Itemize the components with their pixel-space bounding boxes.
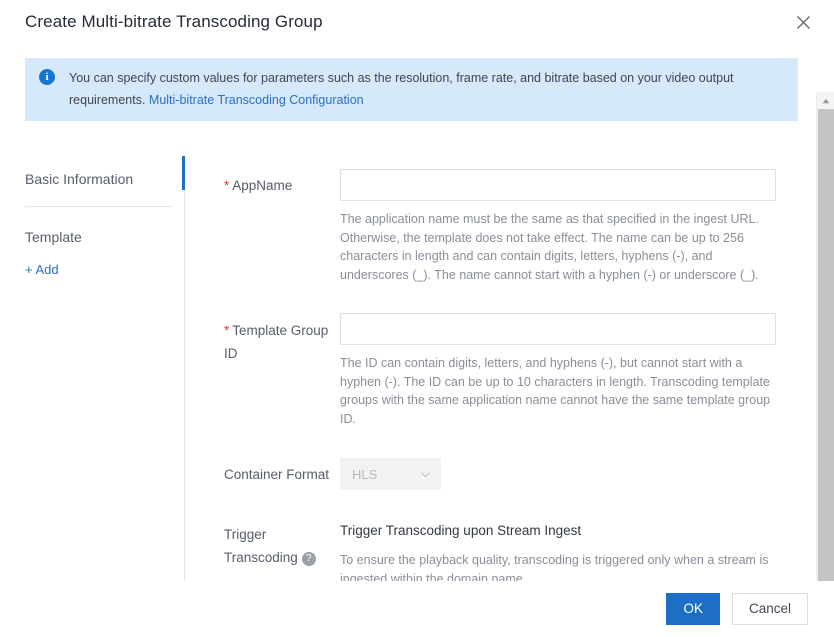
info-circle-icon: i xyxy=(39,69,55,85)
cancel-button[interactable]: Cancel xyxy=(731,593,808,625)
template-group-id-label-line2: ID xyxy=(224,346,238,361)
field-container-format: Container Format HLS xyxy=(224,458,834,490)
template-group-id-label-line1: Template Group xyxy=(232,323,329,338)
required-marker: * xyxy=(224,178,230,193)
field-trigger-transcoding: Trigger Transcoding? Trigger Transcoding… xyxy=(224,517,834,581)
sidebar: Basic Information Template + Add xyxy=(0,156,185,581)
dialog-footer: OK Cancel xyxy=(0,581,834,637)
trigger-transcoding-value: Trigger Transcoding upon Stream Ingest xyxy=(340,523,582,538)
trigger-transcoding-label-line2: Transcoding xyxy=(224,550,298,565)
sidebar-add-template-button[interactable]: + Add xyxy=(25,261,185,279)
caret-up-icon xyxy=(822,98,829,103)
field-appname: * AppName The application name must be th… xyxy=(224,169,834,284)
template-group-id-label: * Template Group ID xyxy=(224,313,340,365)
container-format-value: HLS xyxy=(352,466,378,482)
appname-hint: The application name must be the same as… xyxy=(340,212,759,282)
multi-bitrate-config-link[interactable]: Multi-bitrate Transcoding Configuration xyxy=(149,93,364,107)
appname-label-text: AppName xyxy=(232,178,293,193)
chevron-down-icon xyxy=(420,471,431,477)
trigger-transcoding-label-line1: Trigger xyxy=(224,527,267,542)
container-format-label: Container Format xyxy=(224,467,330,482)
required-marker: * xyxy=(224,323,230,338)
template-group-id-hint: The ID can contain digits, letters, and … xyxy=(340,356,771,426)
template-group-id-input[interactable] xyxy=(340,313,776,345)
form-panel: * AppName The application name must be th… xyxy=(185,156,834,581)
sidebar-item-basic-information[interactable]: Basic Information xyxy=(25,169,185,189)
dialog-header: Create Multi-bitrate Transcoding Group xyxy=(0,0,834,44)
sidebar-divider xyxy=(25,206,173,207)
page-title: Create Multi-bitrate Transcoding Group xyxy=(25,12,323,31)
close-button[interactable] xyxy=(789,8,817,36)
question-mark-icon[interactable]: ? xyxy=(301,552,316,566)
info-banner-text: You can specify custom values for parame… xyxy=(69,67,769,111)
dialog-body: i You can specify custom values for para… xyxy=(0,44,834,581)
field-template-group-id: * Template Group ID The ID can contain di… xyxy=(224,313,834,428)
sidebar-item-template: Template xyxy=(25,229,82,245)
appname-label: * AppName xyxy=(224,169,340,197)
trigger-transcoding-hint: To ensure the playback quality, transcod… xyxy=(340,553,769,581)
appname-input[interactable] xyxy=(340,169,776,201)
close-icon xyxy=(796,15,810,29)
info-banner: i You can specify custom values for para… xyxy=(25,58,798,121)
container-format-select[interactable]: HLS xyxy=(340,458,441,490)
scrollbar-up-button[interactable] xyxy=(817,92,834,109)
dialog-content: Basic Information Template + Add * AppNam… xyxy=(0,156,834,581)
vertical-scrollbar[interactable] xyxy=(816,92,834,581)
trigger-transcoding-label: Trigger Transcoding? xyxy=(224,517,340,569)
scrollbar-thumb[interactable] xyxy=(818,109,834,581)
ok-button[interactable]: OK xyxy=(666,593,720,625)
create-transcoding-group-dialog: Create Multi-bitrate Transcoding Group i… xyxy=(0,0,834,637)
